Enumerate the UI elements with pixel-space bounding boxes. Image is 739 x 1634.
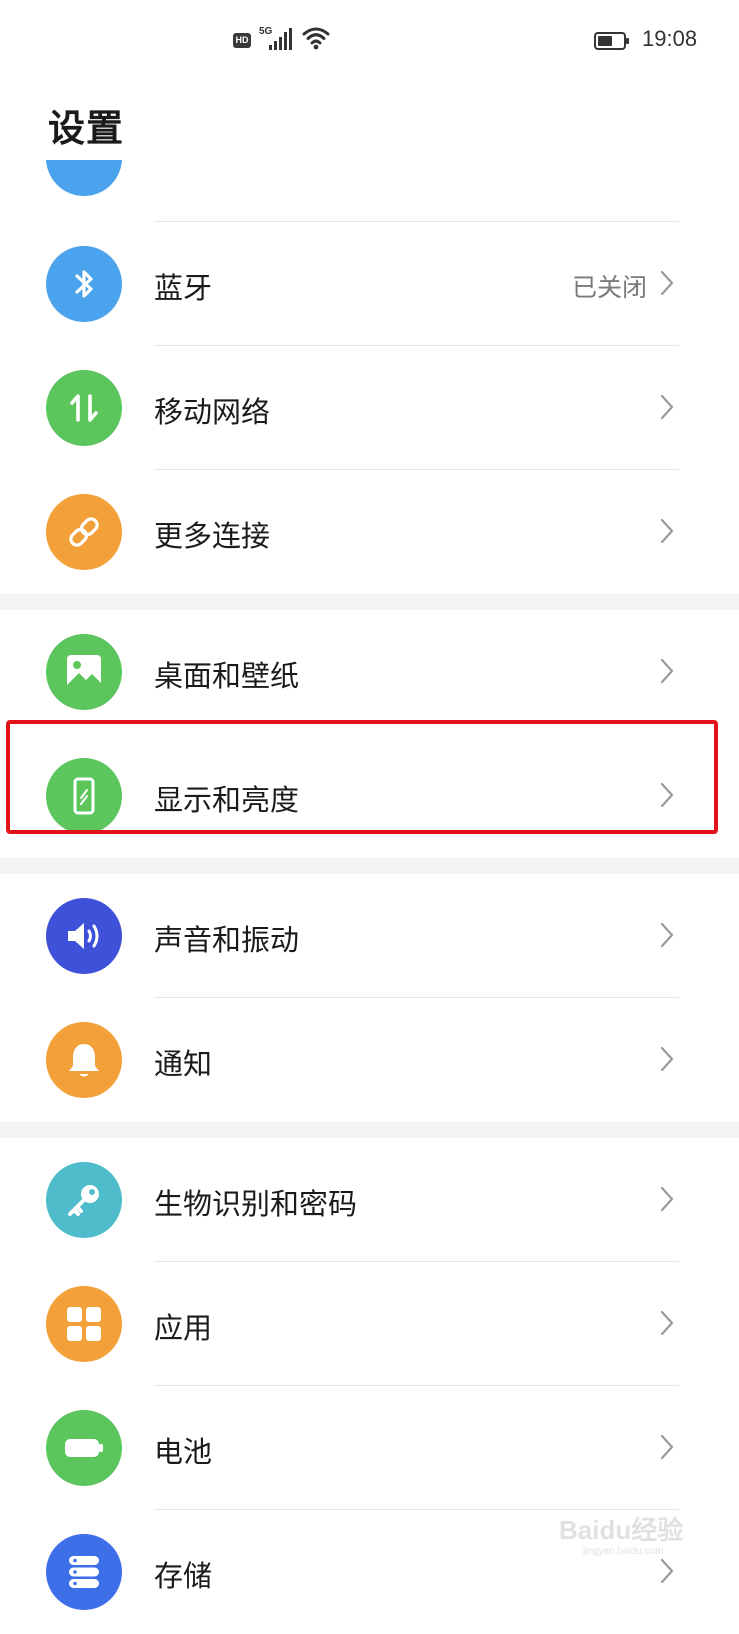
hd-indicator: HD xyxy=(233,33,251,48)
wifi-icon xyxy=(302,26,330,50)
page-title: 设置 xyxy=(48,107,124,150)
settings-item-label: 更多连接 xyxy=(154,519,271,553)
settings-item-label: 通知 xyxy=(154,1047,213,1081)
chevron-right-icon xyxy=(660,394,674,420)
settings-item-battery[interactable]: 电池 xyxy=(0,1386,739,1510)
baidu-watermark: Baidu经验 jingyan.baidu.com xyxy=(555,1502,695,1562)
watermark-url: jingyan.baidu.com xyxy=(583,1546,664,1557)
chevron-right-icon xyxy=(660,782,674,808)
settings-item-biometrics-password[interactable]: 生物识别和密码 xyxy=(0,1138,739,1262)
settings-item-notifications[interactable]: 通知 xyxy=(0,998,739,1122)
bell-icon xyxy=(46,1022,122,1098)
group-separator xyxy=(0,1122,739,1138)
settings-item-wallpaper[interactable]: 桌面和壁纸 xyxy=(0,610,739,734)
speaker-icon xyxy=(46,898,122,974)
settings-item-mobile-network[interactable]: 移动网络 xyxy=(0,346,739,470)
settings-item-label: 桌面和壁纸 xyxy=(154,659,300,693)
settings-item-label: 生物识别和密码 xyxy=(154,1187,358,1221)
settings-item-label: 移动网络 xyxy=(154,395,271,429)
battery-status-icon xyxy=(594,31,630,51)
link-icon xyxy=(46,494,122,570)
list-item-partial[interactable] xyxy=(0,160,739,222)
settings-item-label: 存储 xyxy=(154,1559,213,1593)
settings-item-label: 声音和振动 xyxy=(154,923,300,957)
chevron-right-icon xyxy=(660,922,674,948)
storage-icon xyxy=(46,1534,122,1610)
settings-item-label: 蓝牙 xyxy=(154,271,213,305)
chevron-right-icon xyxy=(660,1046,674,1072)
bluetooth-status-value: 已关闭 xyxy=(571,273,647,302)
settings-item-more-connections[interactable]: 更多连接 xyxy=(0,470,739,594)
apps-grid-icon xyxy=(46,1286,122,1362)
mobile-data-icon xyxy=(46,370,122,446)
settings-item-sound-vibration[interactable]: 声音和振动 xyxy=(0,874,739,998)
wallpaper-icon xyxy=(46,634,122,710)
partial-item-icon xyxy=(46,160,122,196)
settings-item-bluetooth[interactable]: 蓝牙 已关闭 xyxy=(0,222,739,346)
settings-list: 蓝牙 已关闭 移动网络 更多连接 桌面和壁纸 显示和亮度 声音和振动 通知 生物… xyxy=(0,160,739,1634)
clock: 19:08 xyxy=(642,26,698,51)
signal-icon: 5G xyxy=(259,26,299,52)
chevron-right-icon xyxy=(660,518,674,544)
chevron-right-icon xyxy=(660,658,674,684)
battery-icon xyxy=(46,1410,122,1486)
status-bar: HD 5G 19:08 xyxy=(0,0,739,82)
chevron-right-icon xyxy=(660,1186,674,1212)
chevron-right-icon xyxy=(660,1310,674,1336)
settings-item-apps[interactable]: 应用 xyxy=(0,1262,739,1386)
display-icon xyxy=(46,758,122,834)
key-icon xyxy=(46,1162,122,1238)
chevron-right-icon xyxy=(660,1434,674,1460)
settings-item-label: 电池 xyxy=(154,1435,213,1469)
chevron-right-icon xyxy=(660,270,674,296)
bluetooth-icon xyxy=(46,246,122,322)
settings-item-display-brightness[interactable]: 显示和亮度 xyxy=(0,734,739,858)
settings-item-label: 显示和亮度 xyxy=(154,783,300,817)
watermark-text: Baidu经验 xyxy=(559,1515,684,1545)
group-separator xyxy=(0,858,739,874)
group-separator xyxy=(0,594,739,610)
settings-item-label: 应用 xyxy=(154,1311,213,1345)
